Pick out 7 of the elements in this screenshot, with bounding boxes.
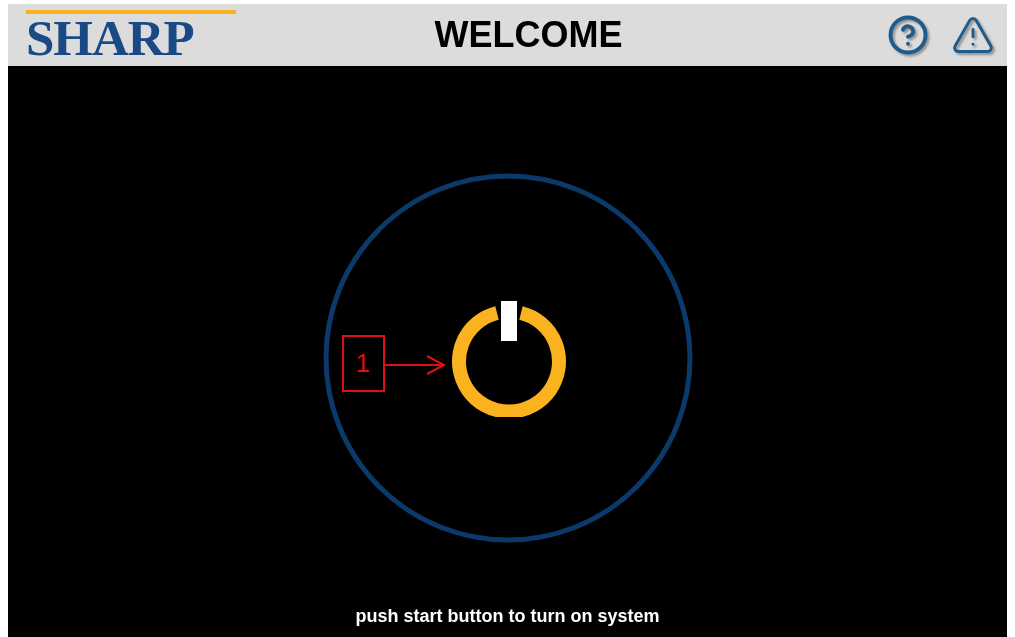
power-button[interactable]: [450, 301, 567, 417]
instruction-text: push start button to turn on system: [355, 606, 660, 628]
callout-label: 1: [341, 335, 385, 392]
logo: SHARP: [26, 10, 237, 60]
window-title: WELCOME: [433, 14, 624, 56]
help-icon[interactable]: [887, 14, 929, 56]
arrow-icon: [384, 354, 447, 376]
